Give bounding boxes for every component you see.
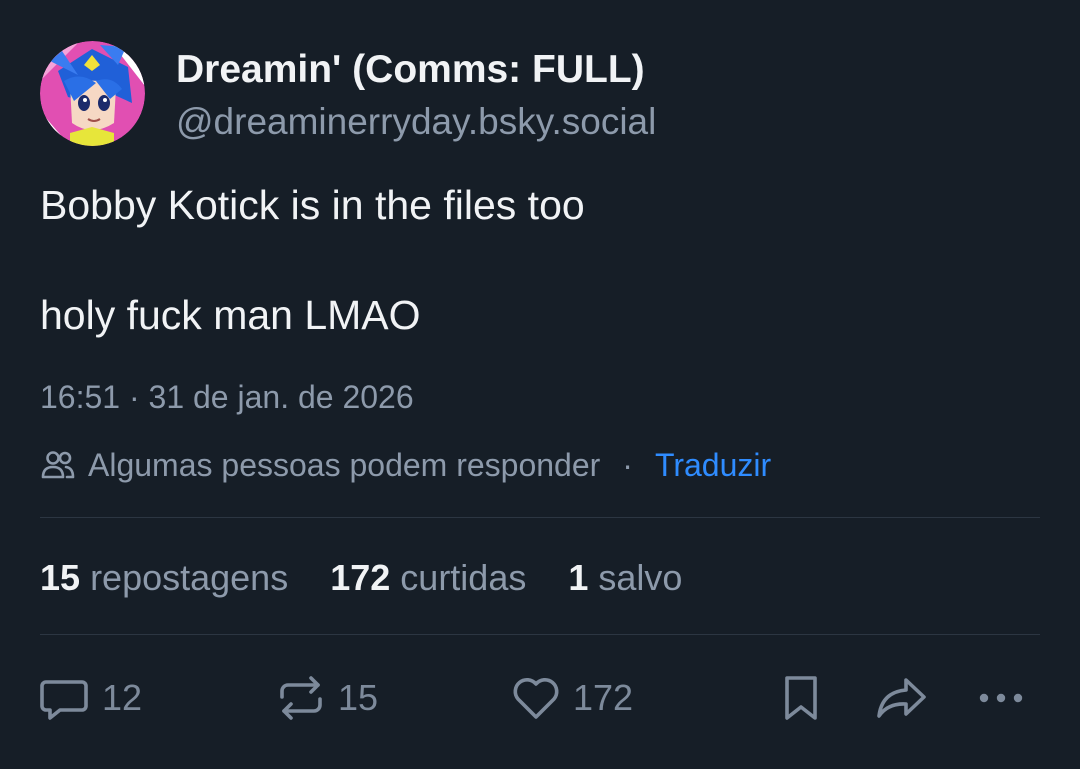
repost-button[interactable]: 15 bbox=[276, 670, 378, 726]
reply-settings-text[interactable]: Algumas pessoas podem responder bbox=[88, 447, 600, 484]
saves-count: 1 bbox=[568, 557, 589, 598]
author-display-name[interactable]: Dreamin' (Comms: FULL) bbox=[176, 47, 645, 93]
repost-count: 15 bbox=[338, 677, 379, 718]
divider bbox=[40, 517, 1040, 518]
likes-stat[interactable]: 172 curtidas bbox=[330, 557, 526, 599]
reposts-label: repostagens bbox=[90, 557, 289, 598]
heart-icon bbox=[511, 673, 561, 723]
post-timestamp: 16:51 · 31 de jan. de 2026 bbox=[40, 379, 414, 415]
engagement-stats: 15 repostagens 172 curtidas 1 salvo bbox=[40, 556, 724, 600]
translate-link[interactable]: Traduzir bbox=[655, 447, 771, 484]
post-thread-view: Dreamin' (Comms: FULL) @dreaminerryday.b… bbox=[0, 0, 1080, 769]
reply-button[interactable]: 12 bbox=[38, 670, 142, 726]
like-count: 172 bbox=[573, 677, 634, 718]
share-button[interactable] bbox=[874, 670, 930, 726]
saves-stat: 1 salvo bbox=[568, 557, 682, 599]
post-text-line: holy fuck man LMAO bbox=[40, 292, 421, 338]
more-options-button[interactable] bbox=[975, 670, 1027, 726]
more-icon bbox=[975, 672, 1027, 724]
saves-label: salvo bbox=[598, 557, 683, 598]
author-handle[interactable]: @dreaminerryday.bsky.social bbox=[176, 100, 656, 144]
avatar[interactable] bbox=[40, 41, 145, 146]
bookmark-icon bbox=[778, 672, 824, 724]
post-actions-bar: 12 15 172 bbox=[0, 670, 1080, 726]
reposts-stat[interactable]: 15 repostagens bbox=[40, 557, 288, 599]
likes-label: curtidas bbox=[400, 557, 527, 598]
people-icon bbox=[40, 447, 76, 483]
divider bbox=[40, 634, 1040, 635]
likes-count: 172 bbox=[330, 557, 391, 598]
anime-character-avatar-icon bbox=[40, 41, 145, 146]
reply-count: 12 bbox=[102, 677, 143, 718]
separator-dot: · bbox=[622, 446, 633, 483]
reply-settings-row: Algumas pessoas podem responder · Traduz… bbox=[40, 445, 771, 485]
post-text-line: Bobby Kotick is in the files too bbox=[40, 182, 585, 228]
share-icon bbox=[874, 672, 930, 724]
repost-icon bbox=[276, 673, 326, 723]
comment-icon bbox=[38, 672, 90, 724]
bookmark-button[interactable] bbox=[778, 670, 824, 726]
like-button[interactable]: 172 bbox=[511, 670, 633, 726]
reposts-count: 15 bbox=[40, 557, 81, 598]
